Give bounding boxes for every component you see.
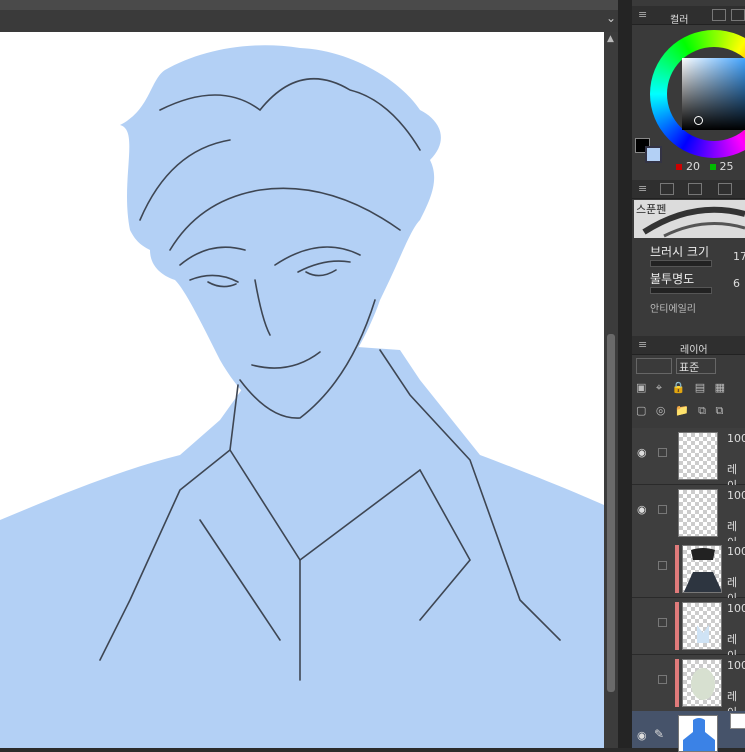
menu-icon[interactable]: ≡	[638, 182, 647, 195]
sketch-artwork	[0, 45, 604, 748]
layer-color-mark	[675, 545, 679, 593]
layer-thumbnail	[678, 432, 718, 480]
layer-lock-checkbox[interactable]	[658, 675, 667, 684]
eye-icon[interactable]: ◉	[637, 446, 647, 459]
layer-tab-label[interactable]: 레이어	[680, 341, 708, 356]
color-values: 20 25	[676, 160, 734, 173]
brush-name: 스푼펜	[636, 203, 667, 216]
layer-opacity: 100	[727, 602, 745, 615]
canvas-vertical-scrollbar[interactable]: ▲	[604, 32, 618, 748]
layer-opacity: 100	[727, 489, 745, 502]
antialias-label: 안티에일리	[650, 304, 696, 315]
eye-icon[interactable]: ◉	[637, 729, 647, 742]
panel-gutter	[618, 0, 632, 748]
brush-preview[interactable]: 스푼펜	[634, 200, 745, 238]
material-tab-icon[interactable]	[718, 183, 732, 195]
color-picker-cursor[interactable]	[694, 116, 703, 125]
layer-color-mark	[675, 659, 679, 707]
layer-thumbnail	[682, 659, 722, 707]
saturation-value-square[interactable]	[682, 58, 745, 130]
color-slider-tab-icon[interactable]	[731, 9, 745, 21]
opacity-value[interactable]: 6	[733, 277, 740, 290]
scrollbar-thumb[interactable]	[607, 334, 615, 692]
layer-lock-checkbox[interactable]	[658, 618, 667, 627]
layer-thumbnail-art	[691, 668, 715, 700]
layer-thumbnail-art	[683, 718, 715, 751]
blend-mode-select[interactable]: 표준	[676, 358, 716, 374]
layer-mask-icon	[730, 713, 745, 729]
layer-opacity: 100	[727, 659, 745, 672]
red-channel-icon	[676, 164, 682, 170]
layer-thumbnail-art	[683, 548, 721, 592]
sub-color-swatch[interactable]	[645, 146, 662, 163]
color-tab-label[interactable]: 컬러	[670, 11, 688, 26]
color-set-tab-icon[interactable]	[712, 9, 726, 21]
pen-icon: ✎	[654, 727, 665, 741]
opacity-slider[interactable]	[650, 287, 712, 294]
layer-row-selected[interactable]: ◉ ✎	[632, 711, 745, 752]
layer-thumbnail	[678, 715, 718, 752]
menu-icon[interactable]: ≡	[638, 8, 647, 21]
layer-color-mark	[675, 602, 679, 650]
expression-color-select[interactable]	[636, 358, 672, 374]
layer-opacity: 100	[727, 545, 745, 558]
green-value: 25	[719, 160, 734, 173]
eye-icon[interactable]: ◉	[637, 503, 647, 516]
layer-lock-checkbox[interactable]	[658, 561, 667, 570]
layer-toolbar-2[interactable]: ▢ ◎ 📁 ⧉ ⧉	[636, 404, 726, 418]
scroll-up-icon[interactable]: ▲	[607, 34, 614, 44]
green-channel-icon	[709, 164, 716, 170]
subtool-tab-icon[interactable]	[688, 183, 702, 195]
brush-size-slider[interactable]	[650, 260, 712, 267]
title-bar	[0, 0, 618, 10]
layer-thumbnail	[678, 489, 718, 537]
blend-mode-value: 표준	[679, 361, 700, 374]
layer-row[interactable]: ◉ 100 레이	[632, 428, 745, 492]
layer-lock-checkbox[interactable]	[658, 505, 667, 514]
color-panel-tab[interactable]: ≡ 컬러	[632, 6, 745, 26]
layer-row[interactable]: 100 레이	[632, 541, 745, 605]
layer-thumbnail-art	[697, 625, 709, 643]
layer-row[interactable]: 100 레이	[632, 655, 745, 719]
brush-tool-tab-icon[interactable]	[660, 183, 674, 195]
brush-size-label: 브러시 크기	[650, 245, 710, 259]
layer-panel-tab[interactable]: ≡ 레이어	[632, 336, 745, 356]
opacity-label: 불투명도	[650, 272, 695, 286]
canvas-tab-bar: ⌄	[0, 10, 618, 32]
chevron-down-icon[interactable]: ⌄	[606, 11, 616, 25]
layer-thumbnail	[682, 545, 722, 593]
layer-row[interactable]: 100 레이	[632, 598, 745, 662]
drawing-canvas[interactable]	[0, 32, 604, 748]
layer-lock-checkbox[interactable]	[658, 448, 667, 457]
red-value: 20	[686, 160, 700, 173]
brush-panel-tab[interactable]: ≡	[632, 180, 745, 199]
menu-icon[interactable]: ≡	[638, 338, 647, 351]
layer-row[interactable]: ◉ 100 레이	[632, 485, 745, 549]
brush-size-value[interactable]: 17	[733, 250, 745, 263]
layer-toolbar-1[interactable]: ▣ ⌖ 🔒 ▤ ▦	[636, 381, 728, 395]
layer-thumbnail	[682, 602, 722, 650]
layer-opacity: 100	[727, 432, 745, 445]
